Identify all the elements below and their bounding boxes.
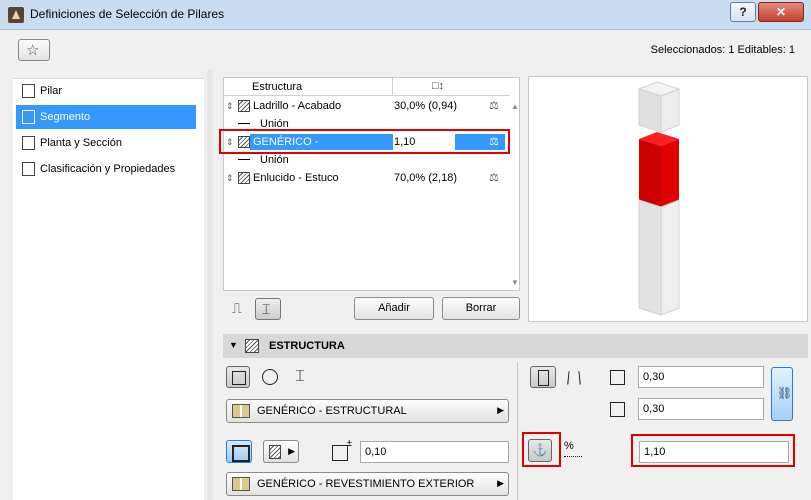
link-dimensions-button[interactable]: ⛓ (771, 367, 793, 421)
tree-header: Estructura □↕ (224, 78, 510, 96)
nav-item-label: Clasificación y Propiedades (40, 163, 176, 175)
veneer-material-label: GENÉRICO - REVESTIMIENTO EXTERIOR (257, 478, 475, 490)
percent-ratio-icon[interactable]: % (564, 440, 586, 462)
width-icon (606, 366, 632, 388)
circular-shape-button[interactable] (257, 366, 281, 388)
dialog-topbar: ☆ Seleccionados: 1 Editables: 1 (0, 31, 811, 69)
tapered-profile-button[interactable] (564, 366, 584, 388)
structure-tree: Estructura □↕ ⇕ Ladrillo - Acabado 30,0%… (223, 77, 520, 291)
nav-item-pilar[interactable]: Pilar (16, 79, 196, 103)
help-button[interactable]: ? (730, 2, 756, 22)
favorites-star-icon: ☆ (26, 42, 40, 59)
drag-handle-icon[interactable]: ⇕ (226, 169, 234, 187)
skin-value: 70,0% (2,18) (394, 172, 457, 184)
tree-row[interactable]: ⇕ Enlucido - Estuco 70,0% (2,18) ⚖ (224, 169, 510, 187)
veneer-fill-dropdown[interactable]: ▶ (263, 440, 299, 463)
scroll-up-icon[interactable]: ▲ (511, 102, 519, 111)
skin-name: Enlucido - Estuco (253, 172, 339, 184)
column-3d-preview (528, 76, 808, 322)
skin-value: 30,0% (0,94) (394, 100, 457, 112)
panel-scrollbar[interactable] (207, 70, 213, 500)
selection-status: Seleccionados: 1 Editables: 1 (650, 44, 795, 56)
ibeam-shape-icon[interactable]: ⌶ (288, 366, 312, 388)
nav-item-clasificacion[interactable]: Clasificación y Propiedades (16, 157, 196, 181)
column-upper-left-face (638, 88, 662, 133)
segment-left-face (639, 139, 661, 207)
column-lower-left-face (638, 199, 662, 316)
section-title: ESTRUCTURA (269, 340, 345, 352)
nav-item-label: Planta y Sección (40, 137, 122, 149)
hatch-icon (238, 100, 250, 112)
depth-field[interactable]: 0,30 (638, 398, 764, 420)
chain-link-icon: ⛓ (777, 386, 793, 400)
nav-item-label: Segmento (40, 111, 91, 123)
nav-item-label: Pilar (40, 85, 63, 97)
favorites-button[interactable]: ☆ (18, 39, 50, 61)
tree-row[interactable]: ⇕ Ladrillo - Acabado 30,0% (0,94) ⚖ (224, 97, 510, 115)
multi-segment-button[interactable]: ⌶ (255, 298, 281, 320)
hatch-icon (238, 172, 250, 184)
title-bar: Definiciones de Selección de Pilares ? ✕ (0, 0, 811, 30)
floor-plan-icon (22, 136, 35, 150)
core-material-dropdown[interactable]: GENÉRICO - ESTRUCTURAL ▶ (226, 399, 509, 423)
column-preview-svg (637, 81, 681, 316)
dropdown-arrow-icon: ▶ (288, 446, 295, 456)
line-icon (238, 123, 250, 124)
column-outline-icon: ⎍ (232, 300, 242, 316)
rectangular-shape-button[interactable] (226, 366, 250, 388)
veneer-material-dropdown[interactable]: GENÉRICO - REVESTIMIENTO EXTERIOR ▶ (226, 472, 509, 496)
unlocked-icon[interactable]: ⚖ (489, 97, 499, 115)
classification-icon (22, 162, 35, 176)
dropdown-arrow-icon: ▶ (497, 478, 504, 488)
header-divider (392, 78, 393, 96)
section-header-structure[interactable]: ▼ ESTRUCTURA (223, 334, 808, 358)
veneer-thickness-icon: ± (330, 438, 352, 462)
straight-profile-button[interactable] (530, 366, 556, 388)
depth-icon (606, 398, 632, 420)
segment-icon (22, 110, 35, 124)
archicad-logo-icon (8, 7, 24, 23)
column-icon (22, 84, 35, 98)
highlight-box-selected-row (219, 129, 510, 154)
line-icon (238, 159, 250, 160)
add-button[interactable]: Añadir (354, 297, 434, 320)
material-swatch-icon (232, 404, 250, 418)
collapse-triangle-icon[interactable]: ▼ (229, 340, 238, 350)
column-lower-right-face (660, 199, 680, 316)
column-segments-icon: ⌶ (262, 301, 271, 317)
scroll-down-icon[interactable]: ▼ (511, 278, 519, 287)
nav-item-planta-seccion[interactable]: Planta y Sección (16, 131, 196, 155)
highlight-box-ratio-field (631, 434, 795, 467)
close-button[interactable]: ✕ (758, 2, 804, 22)
window-title: Definiciones de Selección de Pilares (30, 7, 225, 21)
core-material-label: GENÉRICO - ESTRUCTURAL (257, 405, 407, 417)
drag-handle-icon[interactable]: ⇕ (226, 97, 234, 115)
segment-right-face (661, 139, 679, 207)
width-field[interactable]: 0,30 (638, 366, 764, 388)
dropdown-arrow-icon: ▶ (497, 405, 504, 415)
column-header-structure: Estructura (252, 81, 303, 93)
unlocked-icon[interactable]: ⚖ (489, 169, 499, 187)
nav-item-segmento[interactable]: Segmento (16, 105, 196, 129)
skin-name: Ladrillo - Acabado (253, 100, 342, 112)
thickness-ratio-icon[interactable]: □↕ (432, 80, 444, 92)
hatch-icon (245, 339, 259, 353)
panel-divider (517, 362, 518, 500)
single-segment-button[interactable]: ⎍ (226, 298, 252, 320)
tree-scrollbar[interactable]: ▲ ▼ (510, 96, 520, 290)
highlight-box-lock-button (522, 432, 561, 467)
delete-button[interactable]: Borrar (442, 297, 520, 320)
veneer-thickness-field[interactable]: 0,10 (360, 441, 509, 463)
settings-nav: Pilar Segmento Planta y Sección Clasific… (13, 78, 204, 500)
core-veneer-button[interactable] (226, 440, 252, 463)
column-upper-right-face (660, 88, 680, 133)
hatch-icon (269, 445, 281, 459)
material-swatch-icon (232, 477, 250, 491)
